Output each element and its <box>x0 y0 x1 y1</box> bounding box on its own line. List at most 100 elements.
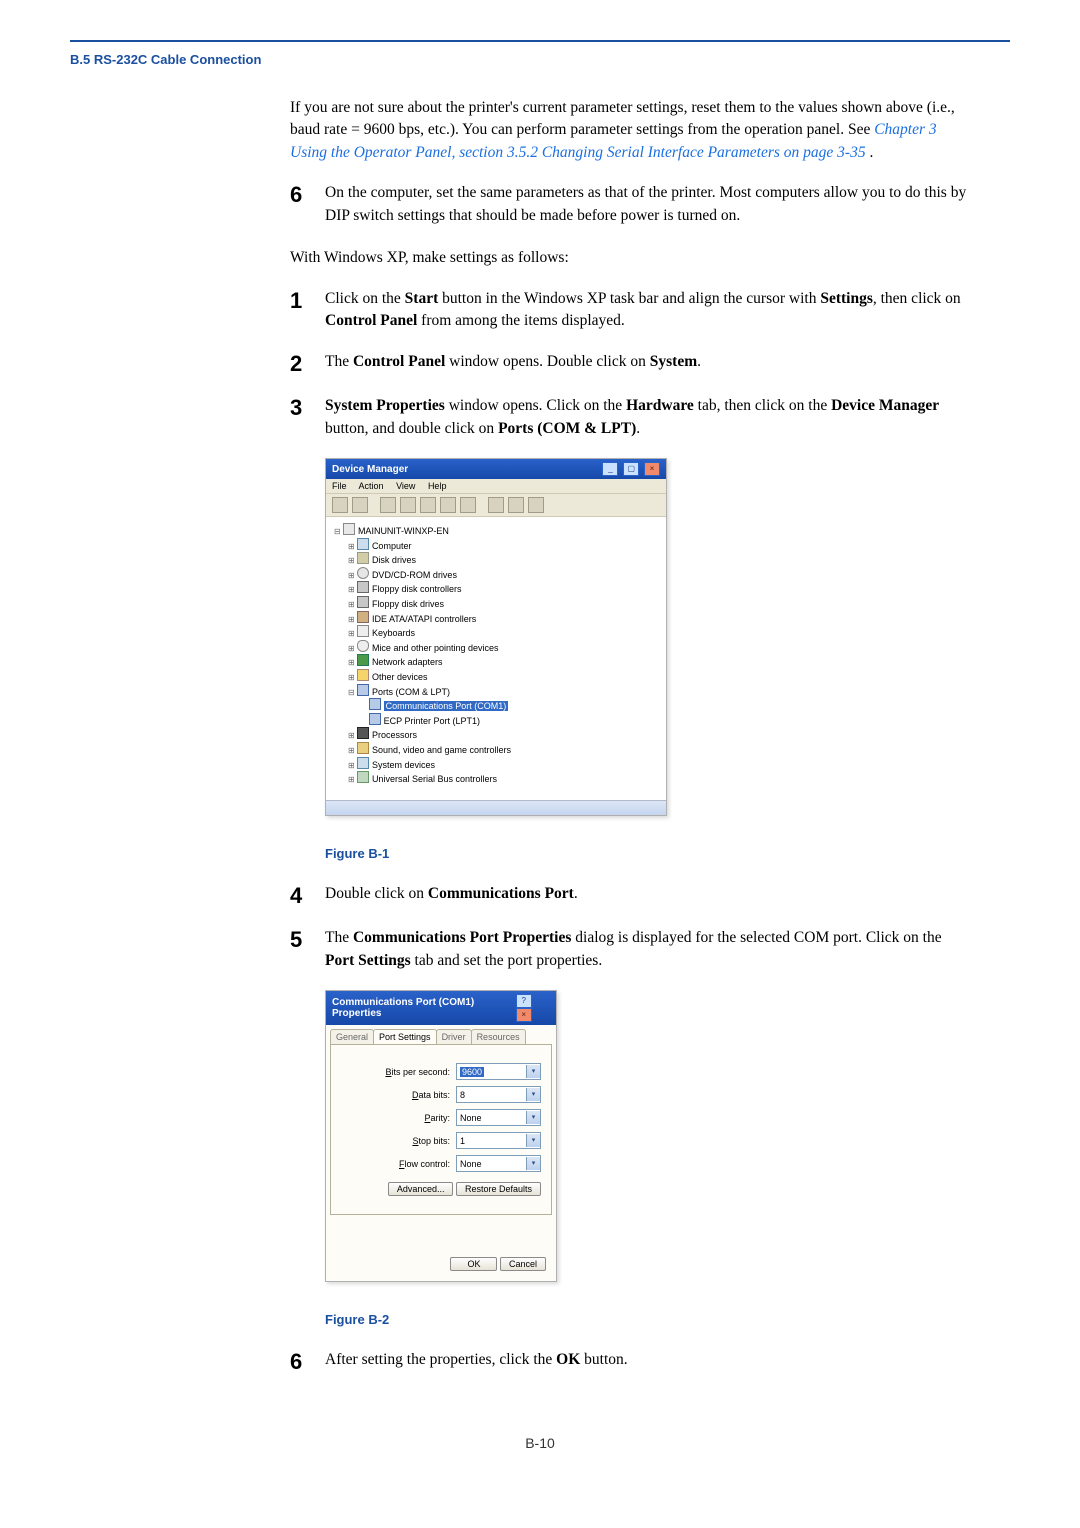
menu-action[interactable]: Action <box>359 481 384 491</box>
other-icon <box>357 669 369 681</box>
chevron-down-icon: ▾ <box>526 1134 540 1147</box>
top-rule <box>70 40 1010 42</box>
figure-b1-caption: Figure B-1 <box>325 846 970 861</box>
figure-b1-wrap: Device Manager _ ▢ × File Action View He… <box>325 458 970 861</box>
tree-floppy-ctl[interactable]: Floppy disk controllers <box>348 581 660 596</box>
text: dialog is displayed for the selected COM… <box>571 929 941 946</box>
tree-usb[interactable]: Universal Serial Bus controllers <box>348 771 660 786</box>
toolbar-icon[interactable] <box>420 497 436 513</box>
statusbar <box>326 800 666 815</box>
text: tab and set the port properties. <box>411 952 603 969</box>
menu-help[interactable]: Help <box>428 481 447 491</box>
tab-resources[interactable]: Resources <box>471 1029 526 1044</box>
select-value: 1 <box>460 1136 465 1146</box>
bold: System <box>650 353 697 370</box>
select-stop-bits[interactable]: 1▾ <box>456 1132 541 1149</box>
tree-mouse[interactable]: Mice and other pointing devices <box>348 640 660 655</box>
tree-label: Computer <box>372 541 412 551</box>
dialog-title: Communications Port (COM1) Properties <box>332 997 514 1019</box>
xp-step-4: 4 Double click on Communications Port. <box>290 883 970 909</box>
menu-file[interactable]: File <box>332 481 347 491</box>
minimize-button[interactable]: _ <box>602 462 618 476</box>
select-parity[interactable]: None▾ <box>456 1109 541 1126</box>
text: After setting the properties, click the <box>325 1351 556 1368</box>
tab-pane: BBits per second:its per second: 9600▾ D… <box>330 1044 552 1215</box>
tree-cd[interactable]: DVD/CD-ROM drives <box>348 567 660 582</box>
bold: System Properties <box>325 397 445 414</box>
xp-step-6: 6 After setting the properties, click th… <box>290 1349 970 1375</box>
bold: Start <box>405 290 439 307</box>
toolbar-icon[interactable] <box>508 497 524 513</box>
tab-driver[interactable]: Driver <box>436 1029 472 1044</box>
select-value: None <box>460 1159 482 1169</box>
step-body: On the computer, set the same parameters… <box>325 182 970 227</box>
com-port-properties-dialog: Communications Port (COM1) Properties ? … <box>325 990 557 1282</box>
bold: Control Panel <box>353 353 445 370</box>
select-bps[interactable]: 9600▾ <box>456 1063 541 1080</box>
tree-computer[interactable]: Computer <box>348 538 660 553</box>
tab-general[interactable]: General <box>330 1029 374 1044</box>
titlebar: Device Manager _ ▢ × <box>326 459 666 479</box>
toolbar-icon[interactable] <box>460 497 476 513</box>
bold: Control Panel <box>325 312 417 329</box>
tree-sound[interactable]: Sound, video and game controllers <box>348 742 660 757</box>
step-body: The Communications Port Properties dialo… <box>325 927 970 972</box>
select-data-bits[interactable]: 8▾ <box>456 1086 541 1103</box>
running-head: B.5 RS-232C Cable Connection <box>70 52 1010 67</box>
text: window opens. Click on the <box>445 397 626 414</box>
tree-label: Universal Serial Bus controllers <box>372 774 497 784</box>
tree-floppy[interactable]: Floppy disk drives <box>348 596 660 611</box>
cancel-button[interactable]: Cancel <box>500 1257 546 1271</box>
restore-defaults-button[interactable]: Restore Defaults <box>456 1182 541 1196</box>
toolbar-icon[interactable] <box>400 497 416 513</box>
window-buttons: ? × <box>514 994 550 1022</box>
device-tree: MAINUNIT-WINXP-EN Computer Disk drives D… <box>326 517 666 800</box>
menu-view[interactable]: View <box>396 481 415 491</box>
ok-button[interactable]: OK <box>450 1257 497 1271</box>
step-number: 6 <box>290 1349 325 1375</box>
toolbar-icon[interactable] <box>528 497 544 513</box>
figure-b2-caption: Figure B-2 <box>325 1312 970 1327</box>
toolbar-icon[interactable] <box>380 497 396 513</box>
intro-text-before: If you are not sure about the printer's … <box>290 99 955 138</box>
tree-ide[interactable]: IDE ATA/ATAPI controllers <box>348 611 660 626</box>
toolbar-icon[interactable] <box>488 497 504 513</box>
toolbar-icon[interactable] <box>440 497 456 513</box>
tree-lpt1[interactable]: ECP Printer Port (LPT1) <box>362 713 660 728</box>
tree-cpu[interactable]: Processors <box>348 727 660 742</box>
disk-icon <box>357 552 369 564</box>
label-parity: Parity: <box>424 1113 450 1123</box>
tree-ports[interactable]: Ports (COM & LPT) Communications Port (C… <box>348 684 660 728</box>
port-icon <box>369 698 381 710</box>
maximize-button[interactable]: ▢ <box>623 462 639 476</box>
advanced-button[interactable]: Advanced... <box>388 1182 454 1196</box>
toolbar-icon[interactable] <box>352 497 368 513</box>
tree-network[interactable]: Network adapters <box>348 654 660 669</box>
menubar: File Action View Help <box>326 479 666 494</box>
figure-b2-wrap: Communications Port (COM1) Properties ? … <box>325 990 970 1327</box>
select-flow[interactable]: None ▾ <box>456 1155 541 1172</box>
tree-root[interactable]: MAINUNIT-WINXP-EN Computer Disk drives D… <box>334 523 660 786</box>
tree-label: Disk drives <box>372 555 416 565</box>
tree-other[interactable]: Other devices <box>348 669 660 684</box>
window-buttons: _ ▢ × <box>600 462 660 476</box>
toolbar-icon[interactable] <box>332 497 348 513</box>
xp-intro: With Windows XP, make settings as follow… <box>290 247 970 269</box>
close-button[interactable]: × <box>644 462 660 476</box>
bold: OK <box>556 1351 580 1368</box>
tree-system[interactable]: System devices <box>348 757 660 772</box>
help-button[interactable]: ? <box>516 994 532 1008</box>
bold: Settings <box>820 290 873 307</box>
tab-port-settings[interactable]: Port Settings <box>373 1029 437 1044</box>
tree-disk[interactable]: Disk drives <box>348 552 660 567</box>
tree-com1[interactable]: Communications Port (COM1) <box>362 698 660 713</box>
tree-keyboard[interactable]: Keyboards <box>348 625 660 640</box>
text: . <box>697 353 701 370</box>
chevron-down-icon: ▾ <box>526 1157 540 1170</box>
close-button[interactable]: × <box>516 1008 532 1022</box>
button-row-inner: Advanced... Restore Defaults <box>341 1182 541 1196</box>
ide-icon <box>357 611 369 623</box>
tree-label: Floppy disk controllers <box>372 584 462 594</box>
xp-step-1: 1 Click on the Start button in the Windo… <box>290 288 970 333</box>
step-number: 3 <box>290 395 325 421</box>
